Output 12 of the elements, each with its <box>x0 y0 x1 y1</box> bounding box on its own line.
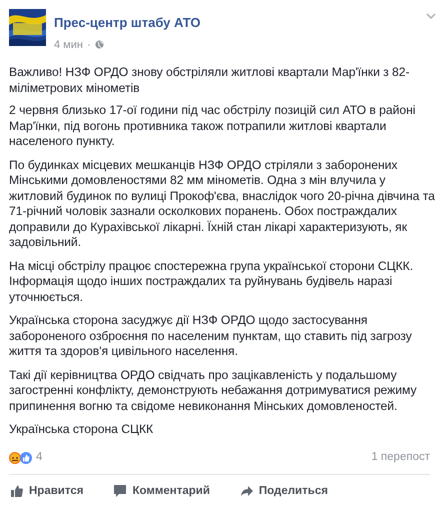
post-paragraph: 2 червня близько 17-ої години під час обстрілу позицій сил АТО в районі Мар'їнки, під вогонь противника також потрапили житлові квартали населеного пункту. <box>9 103 416 150</box>
share-button[interactable]: Поделиться <box>240 482 328 500</box>
page-name-link[interactable]: Прес-центр штабу АТО <box>54 13 200 32</box>
post-paragraph: Українська сторона засуджує дії НЗФ ОРДО щодо застосування забороненого озброєння по населеним пунктам, що ставить під загрозу життя та здоров'я цивільного населення. <box>9 313 413 360</box>
post-paragraph: По будинках місцевих мешканців НЗФ ОРДО стріляли з заборонених Мінськими домовленостями 82 мм мінометів. Одна з мін влучила у житловий будинок по вулиці Прокоф'єва, внаслідок чого 20-річна дівчина та 71-річний чоловік зазнали осколкових поранень. Обох постраждалих доправили до Курахівської лікарні. Їхній стан лікарі характеризують, як задовільний. <box>9 158 436 250</box>
separator: · <box>86 38 91 52</box>
post-paragraph: Українська сторона СЦКК <box>9 422 154 438</box>
post-paragraph: Такі дії керівництва ОРДО свідчать про зацікавленість у подальшому загостренні конфлікту, демонструють небажання дотримуватися режиму припинення вогню та свідоме невиконання Мінських домовленостей. <box>9 368 418 414</box>
post-paragraph: На місці обстрілу працює спостережна група української сторони СЦКК. Інформація щодо інших постраждалих та руйнувань будівель наразі уточнюється. <box>9 258 414 305</box>
comment-button[interactable]: Комментарий <box>113 482 210 500</box>
like-button[interactable]: Нравится <box>10 482 84 500</box>
post-paragraph: Важливо! НЗФ ОРДО знову обстріляли житлові квартали Мар'їнки з 82-міліметрових мінометів <box>9 65 410 96</box>
